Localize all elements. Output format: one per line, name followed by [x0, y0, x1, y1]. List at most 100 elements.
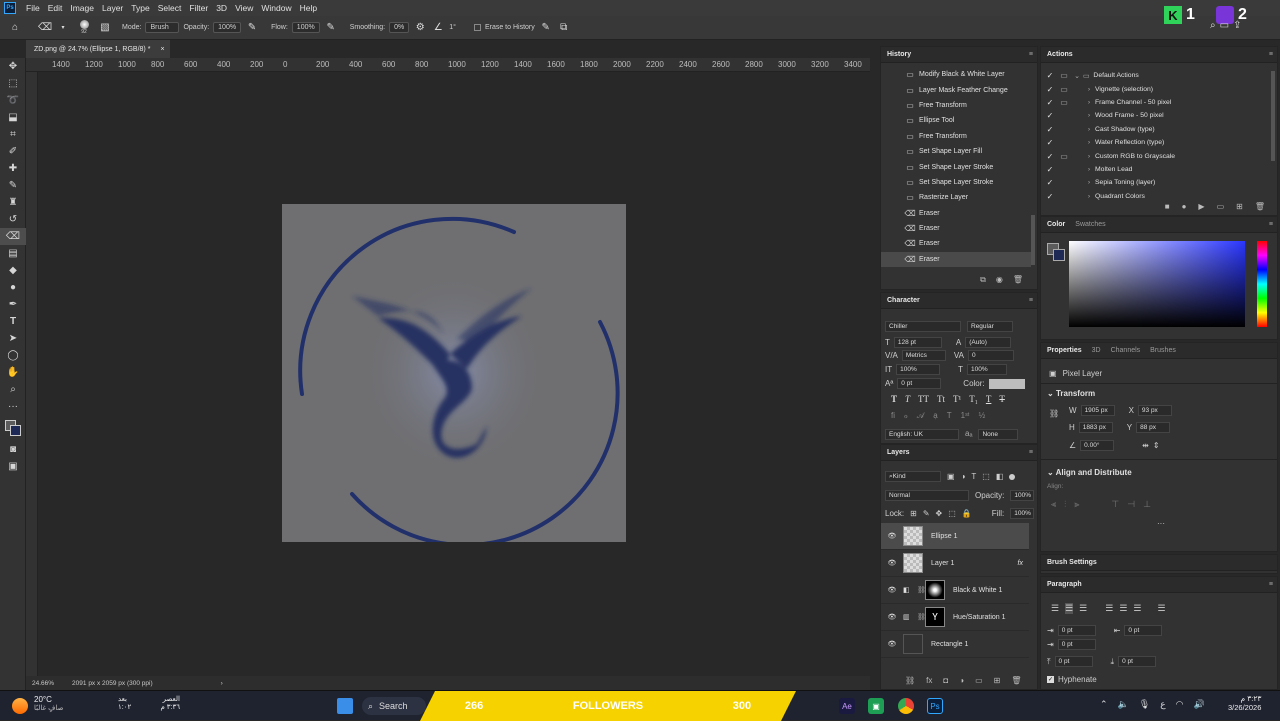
path-select-tool-icon[interactable]: ➤	[0, 330, 26, 347]
eye-icon[interactable]: 👁	[881, 613, 903, 621]
angle-input[interactable]: 0.00°	[1080, 440, 1115, 451]
play-icon[interactable]: ▶	[1198, 202, 1204, 211]
blur-tool-icon[interactable]: ◆	[0, 262, 26, 279]
vertical-scale-input[interactable]: 100%	[896, 364, 941, 375]
indent-left-input[interactable]: 0 pt	[1057, 625, 1096, 636]
gear-icon[interactable]: ⚙	[413, 21, 427, 35]
menu-help[interactable]: Help	[296, 3, 321, 13]
horizontal-scale-input[interactable]: 100%	[967, 364, 1007, 375]
chevron-right-icon[interactable]: ›	[1083, 86, 1095, 93]
ligature-icon[interactable]: ﬁ	[891, 411, 895, 421]
eraser-tool-button-icon[interactable]: ⌫	[0, 228, 26, 245]
hyphenate-checkbox[interactable]: ✓	[1047, 676, 1054, 683]
new-document-from-state-icon[interactable]: ⧉	[980, 275, 986, 285]
indent-right-input[interactable]: 0 pt	[1124, 625, 1163, 636]
layers-title[interactable]: Layers	[887, 449, 910, 456]
brush-settings-title[interactable]: Brush Settings	[1047, 559, 1097, 566]
chevron-right-icon[interactable]: ›	[1083, 139, 1095, 146]
color-swatches-icon[interactable]	[0, 415, 26, 441]
space-after-input[interactable]: 0 pt	[1118, 656, 1157, 667]
panel-menu-icon[interactable]: ≡	[1029, 297, 1033, 304]
eraser-tool-icon[interactable]: ⌫	[38, 21, 52, 35]
healing-tool-icon[interactable]: ✚	[0, 160, 26, 177]
chevron-down-icon[interactable]: ▾	[56, 21, 70, 35]
keyboard-language[interactable]: ع	[1160, 699, 1165, 710]
search-icon[interactable]: ⌕	[1210, 20, 1216, 31]
history-scrollbar[interactable]	[1031, 215, 1035, 265]
stop-icon[interactable]: ■	[1165, 202, 1170, 211]
menu-3d[interactable]: 3D	[212, 3, 231, 13]
crop-tool-icon[interactable]: ⌗	[0, 126, 26, 143]
history-item[interactable]: ⌫ Eraser	[881, 221, 1031, 236]
tab-3d[interactable]: 3D	[1092, 347, 1101, 354]
photoshop-logo[interactable]: Ps	[4, 2, 16, 14]
faux-bold-icon[interactable]: T	[891, 394, 897, 404]
gradient-tool-icon[interactable]: ▤	[0, 245, 26, 262]
kerning-input[interactable]: Metrics	[901, 350, 946, 361]
tab-color[interactable]: Color	[1047, 221, 1065, 228]
lock-artboard-icon[interactable]: ⬚	[948, 509, 956, 518]
actions-scrollbar[interactable]	[1271, 71, 1275, 161]
layer-row[interactable]: 👁 Ellipse 1	[881, 523, 1029, 550]
filter-type-icon[interactable]: T	[971, 472, 976, 481]
filter-smart-icon[interactable]: ◧	[996, 472, 1004, 481]
marquee-tool-icon[interactable]: ⬚	[0, 75, 26, 92]
action-set[interactable]: ✓ ▭ ⌄ ▭ Default Actions	[1043, 69, 1269, 82]
chevron-right-icon[interactable]: ›	[1083, 193, 1095, 200]
flip-vertical-icon[interactable]: ⇕	[1153, 441, 1160, 450]
delete-layer-icon[interactable]: 🗑	[1011, 676, 1021, 685]
underline-icon[interactable]: T	[986, 394, 992, 404]
hand-tool-icon[interactable]: ✋	[0, 364, 26, 381]
tab-swatches[interactable]: Swatches	[1075, 221, 1105, 228]
chevron-right-icon[interactable]: ›	[1083, 153, 1095, 160]
workspace-icon[interactable]: ▭	[1220, 20, 1229, 31]
photoshop-taskbar-icon[interactable]: Ps	[927, 698, 943, 714]
chevron-right-icon[interactable]: ›	[1083, 166, 1095, 173]
swash-icon[interactable]: 𝒜	[917, 411, 925, 421]
chevron-right-icon[interactable]: ›	[1083, 112, 1095, 119]
windows-start-icon[interactable]	[337, 698, 353, 714]
action-item[interactable]: ✓ ▭ › Frame Channel - 50 pixel	[1043, 96, 1269, 109]
add-mask-icon[interactable]: ◘	[943, 676, 948, 685]
dialog-toggle-icon[interactable]: ▭	[1057, 85, 1071, 94]
quick-mask-icon[interactable]: ◙	[0, 441, 26, 458]
angle-value[interactable]: 1°	[449, 24, 456, 31]
check-icon[interactable]: ✓	[1043, 165, 1057, 174]
weather-icon[interactable]	[12, 698, 28, 714]
titling-icon[interactable]: T	[947, 411, 952, 421]
transform-section[interactable]: ⌄ Transform	[1047, 389, 1095, 398]
pen-tool-icon[interactable]: ✒	[0, 296, 26, 313]
delete-state-icon[interactable]: 🗑	[1013, 275, 1023, 285]
ellipse-tool-icon[interactable]: ◯	[0, 347, 26, 364]
check-icon[interactable]: ✓	[1043, 71, 1057, 80]
filter-pixel-icon[interactable]: ▣	[947, 472, 955, 481]
menu-type[interactable]: Type	[127, 3, 153, 13]
eye-icon[interactable]: 👁	[881, 586, 903, 594]
history-title[interactable]: History	[887, 51, 911, 58]
dialog-toggle-icon[interactable]: ▭	[1057, 71, 1071, 80]
flow-input[interactable]: 100%	[291, 22, 320, 33]
layer-opacity-input[interactable]: 100%	[1010, 490, 1035, 501]
speaker-icon[interactable]: 🔈	[1118, 699, 1129, 710]
align-bottom-icon[interactable]: ⊥	[1143, 499, 1151, 510]
justify-last-center-icon[interactable]: ☰	[1119, 603, 1127, 614]
check-icon[interactable]: ✓	[1043, 85, 1057, 94]
layer-row[interactable]: 👁 Layer 1 fx	[881, 550, 1029, 577]
panel-menu-icon[interactable]: ≡	[1029, 449, 1033, 456]
filter-shape-icon[interactable]: ⬚	[982, 472, 990, 481]
baseline-input[interactable]: 0 pt	[897, 378, 942, 389]
fractions-icon[interactable]: ½	[979, 411, 986, 421]
action-item[interactable]: ✓ › Water Reflection (type)	[1043, 136, 1269, 149]
snapshot-icon[interactable]: ◉	[996, 275, 1003, 285]
layer-row[interactable]: 👁 ◧ ⛓ Black & White 1	[881, 577, 1029, 604]
menu-file[interactable]: File	[22, 3, 44, 13]
airbrush-icon[interactable]: ✎	[324, 21, 338, 35]
align-section[interactable]: ⌄ Align and Distribute	[1047, 468, 1132, 477]
after-effects-icon[interactable]: Ae	[839, 698, 855, 714]
check-icon[interactable]: ✓	[1043, 138, 1057, 147]
align-text-left-icon[interactable]: ☰	[1051, 603, 1059, 614]
chevron-right-icon[interactable]: ›	[1083, 126, 1095, 133]
align-right-icon[interactable]: ⫸	[1074, 499, 1079, 510]
document-tab[interactable]: ZD.png @ 24.7% (Ellipse 1, RGB/8) * ×	[26, 40, 170, 58]
history-item[interactable]: ▭ Set Shape Layer Stroke	[881, 159, 1031, 174]
